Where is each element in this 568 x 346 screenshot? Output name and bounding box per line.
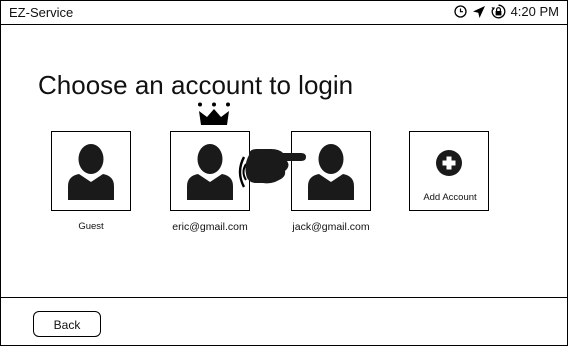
plus-circle-icon (436, 150, 462, 176)
account-tile-guest[interactable] (51, 131, 131, 211)
page-title: Choose an account to login (38, 70, 354, 100)
location-arrow-icon (472, 5, 485, 18)
add-account-label: Add Account (423, 192, 477, 203)
user-avatar-icon (308, 144, 354, 200)
app-title: EZ-Service (9, 5, 74, 20)
clock-icon (453, 5, 467, 18)
user-avatar-icon (187, 144, 233, 200)
bottom-divider (1, 297, 567, 298)
status-icons: 4:20 PM (453, 4, 559, 19)
add-account-button[interactable]: Add Account (409, 131, 489, 211)
pointing-hand-icon (245, 149, 306, 184)
account-label-eric: eric@gmail.com (172, 221, 248, 233)
status-bar: EZ-Service 4:20 PM (1, 1, 567, 25)
crown-icon (198, 102, 230, 125)
account-label-jack: jack@gmail.com (292, 221, 370, 233)
status-time: 4:20 PM (510, 4, 559, 19)
user-avatar-icon (68, 144, 114, 200)
lock-rotation-icon (491, 4, 506, 19)
back-button[interactable]: Back (33, 311, 101, 337)
